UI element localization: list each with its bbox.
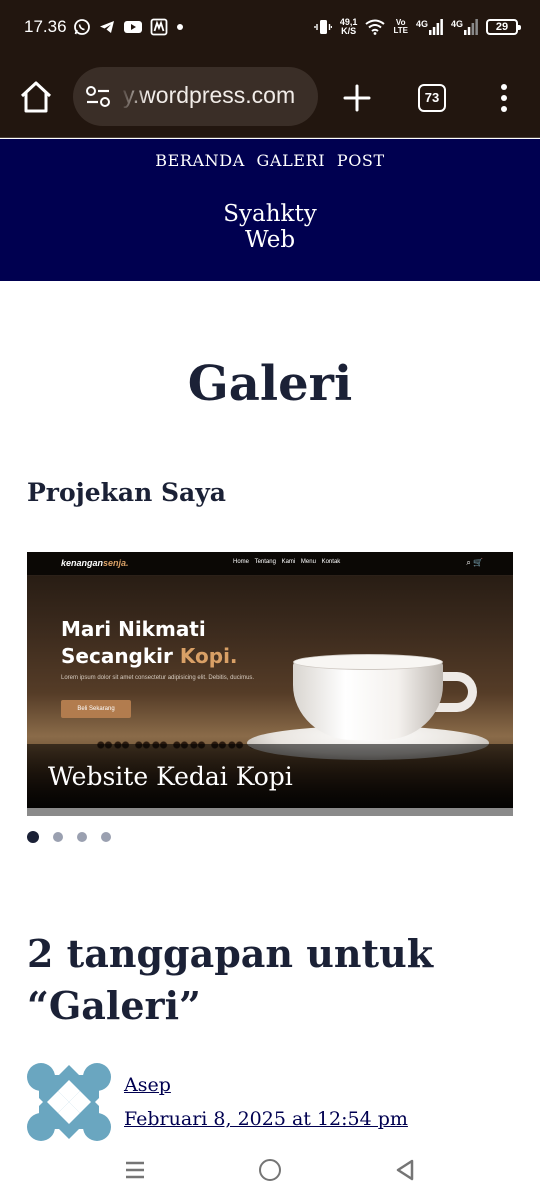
slide-mini-icons: ⌕ 🛒	[466, 558, 483, 567]
app-notification-icon	[150, 18, 168, 36]
sim2-label: 4G	[450, 19, 463, 29]
home-circle-icon[interactable]	[259, 1159, 281, 1181]
system-navigation-bar	[0, 1146, 540, 1200]
signal-bars-icon	[428, 19, 443, 35]
network-speed: 49,1 K/S	[340, 18, 358, 36]
project-slider[interactable]: kenangansenja. Home Tentang Kami Menu Ko…	[27, 552, 513, 816]
site-title-line1: Syahkty	[223, 201, 317, 227]
slide-hero-heading: Mari Nikmati Secangkir Kopi.	[61, 616, 238, 670]
sim1-signal: 4G	[416, 19, 443, 35]
nav-link-post[interactable]: POST	[337, 151, 385, 170]
sim2-signal: 4G	[451, 19, 478, 35]
battery-indicator: 29	[486, 19, 521, 35]
sim1-label: 4G	[415, 19, 428, 29]
slide-mini-navbar: kenangansenja. Home Tentang Kami Menu Ko…	[27, 552, 513, 576]
slider-dot[interactable]	[101, 832, 111, 842]
recent-apps-icon[interactable]	[124, 1159, 146, 1181]
slide-caption: Website Kedai Kopi	[48, 762, 293, 791]
home-icon[interactable]	[18, 80, 54, 114]
whatsapp-icon	[74, 19, 90, 35]
slider-dots	[27, 831, 111, 843]
more-notifications-dot-icon	[177, 24, 183, 30]
volte-bottom: LTE	[393, 26, 408, 35]
site-header: BERANDA GALERI POST Syahkty Web	[0, 139, 540, 281]
status-time: 17.36	[24, 17, 67, 36]
notification-icons	[73, 16, 185, 38]
site-title-line2: Web	[244, 227, 296, 253]
slide-hero-line2a: Secangkir	[61, 644, 180, 668]
tab-switcher-button[interactable]: 73	[418, 84, 446, 112]
back-triangle-icon[interactable]	[394, 1158, 416, 1182]
slide-mini-logo-b: senja.	[103, 558, 129, 568]
address-bar[interactable]: y.wordpress.com	[73, 67, 318, 126]
nav-link-beranda[interactable]: BERANDA	[155, 151, 245, 170]
system-status-icons: 49,1 K/S Vo LTE 4G 4G 29	[314, 14, 521, 40]
slider-dot[interactable]	[27, 831, 39, 843]
site-settings-icon[interactable]	[85, 85, 111, 109]
url-fade	[119, 75, 147, 117]
youtube-icon	[124, 21, 142, 33]
slide-hero-line2: Secangkir Kopi.	[61, 643, 238, 670]
vibrate-icon	[314, 20, 332, 34]
signal-bars-weak-icon	[464, 19, 478, 35]
slide-hero-line1: Mari Nikmati	[61, 617, 206, 641]
telegram-icon	[100, 21, 114, 33]
comments-title: 2 tanggapan untuk “Galeri”	[27, 931, 434, 1028]
volte-indicator: Vo LTE	[393, 19, 408, 35]
wifi-icon	[365, 19, 386, 35]
new-tab-plus-icon[interactable]	[341, 82, 373, 114]
nav-link-galeri[interactable]: GALERI	[257, 151, 326, 170]
browser-toolbar: y.wordpress.com 73	[0, 56, 540, 138]
slide-image: kenangansenja. Home Tentang Kami Menu Ko…	[27, 552, 513, 808]
commenter-avatar[interactable]	[27, 1063, 111, 1141]
comment-date-link[interactable]: Februari 8, 2025 at 12:54 pm	[124, 1108, 408, 1130]
slide-bottom-bar	[27, 808, 513, 816]
site-title[interactable]: Syahkty Web	[0, 201, 540, 253]
coffee-cup-rim	[293, 654, 443, 670]
more-options-icon[interactable]	[492, 82, 516, 114]
slide-mini-logo: kenangansenja.	[61, 558, 129, 568]
comment-author-link[interactable]: Asep	[124, 1074, 171, 1096]
slider-dot[interactable]	[77, 832, 87, 842]
slide-mini-links: Home Tentang Kami Menu Kontak	[233, 559, 341, 565]
slide-hero-button: Beli Sekarang	[61, 700, 131, 718]
slide-hero-accent: Kopi.	[179, 644, 238, 668]
slider-dot[interactable]	[53, 832, 63, 842]
site-navigation: BERANDA GALERI POST	[0, 151, 540, 170]
url-text: y.wordpress.com	[123, 82, 296, 108]
status-bar: 17.36 49,1 K/S Vo LTE 4G 4G 29	[0, 0, 540, 56]
section-heading: Projekan Saya	[27, 478, 226, 507]
slide-mini-logo-a: kenangan	[61, 558, 104, 568]
slide-hero-text: Lorem ipsum dolor sit amet consectetur a…	[61, 675, 255, 681]
network-speed-unit: K/S	[341, 26, 357, 36]
page-title: Galeri	[187, 356, 353, 412]
